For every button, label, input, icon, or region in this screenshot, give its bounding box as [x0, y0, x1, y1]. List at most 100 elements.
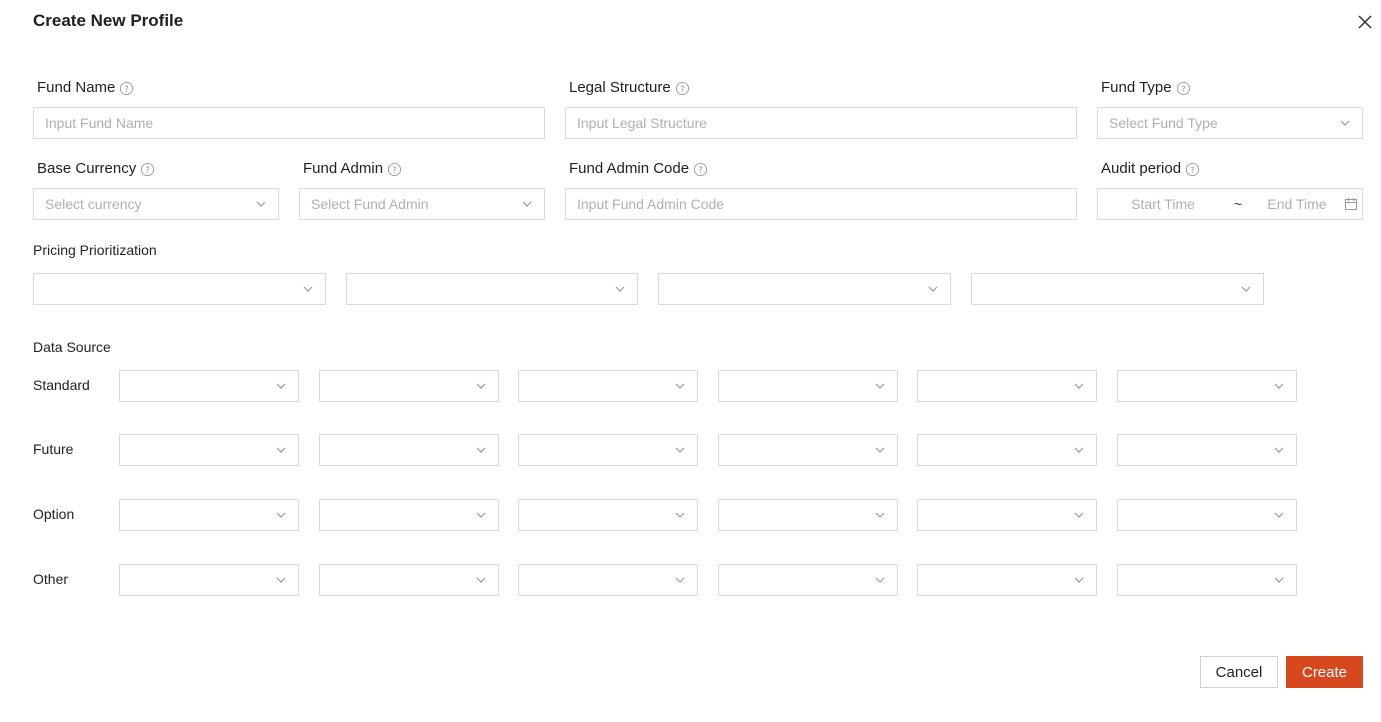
- chevron-down-icon: [1074, 383, 1084, 389]
- data-source-select[interactable]: [1117, 434, 1297, 466]
- close-icon[interactable]: [1354, 11, 1376, 33]
- range-separator: ~: [1233, 196, 1243, 212]
- start-time-input[interactable]: Start Time: [1098, 196, 1228, 212]
- calendar-icon[interactable]: [1344, 197, 1358, 211]
- data-source-select[interactable]: [718, 499, 898, 531]
- data-source-select[interactable]: [518, 499, 698, 531]
- chevron-down-icon: [276, 512, 286, 518]
- data-source-select[interactable]: [518, 434, 698, 466]
- data-source-select[interactable]: [917, 434, 1097, 466]
- help-circle-icon[interactable]: ?: [693, 162, 708, 177]
- data-source-select[interactable]: [718, 434, 898, 466]
- chevron-down-icon: [256, 201, 266, 207]
- chevron-down-icon: [1274, 383, 1284, 389]
- fund-name-input[interactable]: [45, 115, 533, 131]
- chevron-down-icon: [276, 383, 286, 389]
- chevron-down-icon: [1074, 512, 1084, 518]
- cancel-button[interactable]: Cancel: [1200, 656, 1278, 688]
- fund-admin-select[interactable]: Select Fund Admin: [299, 188, 545, 220]
- data-source-select[interactable]: [119, 434, 299, 466]
- fund-admin-code-input[interactable]: [577, 196, 1065, 212]
- help-circle-icon[interactable]: ?: [1185, 162, 1200, 177]
- base-currency-placeholder: Select currency: [45, 196, 142, 212]
- audit-period-range[interactable]: Start Time ~ End Time: [1097, 188, 1363, 220]
- chevron-down-icon: [476, 447, 486, 453]
- base-currency-select[interactable]: Select currency: [33, 188, 279, 220]
- chevron-down-icon: [675, 447, 685, 453]
- data-source-select[interactable]: [319, 434, 499, 466]
- pricing-priority-select-2[interactable]: [346, 273, 638, 305]
- chevron-down-icon: [675, 383, 685, 389]
- pricing-priority-select-3[interactable]: [658, 273, 951, 305]
- help-circle-icon[interactable]: ?: [140, 162, 155, 177]
- fund-type-label: Fund Type ?: [1101, 79, 1191, 97]
- fund-admin-placeholder: Select Fund Admin: [311, 196, 429, 212]
- audit-period-label: Audit period ?: [1101, 160, 1200, 178]
- data-source-select[interactable]: [917, 499, 1097, 531]
- data-source-select[interactable]: [917, 564, 1097, 596]
- chevron-down-icon: [875, 383, 885, 389]
- legal-structure-input[interactable]: [577, 115, 1065, 131]
- data-source-row-label: Option: [33, 506, 75, 522]
- data-source-select[interactable]: [718, 564, 898, 596]
- pricing-priority-select-4[interactable]: [971, 273, 1264, 305]
- data-source-select[interactable]: [518, 564, 698, 596]
- chevron-down-icon: [928, 286, 938, 292]
- pricing-priority-select-1[interactable]: [33, 273, 326, 305]
- fund-admin-code-field[interactable]: [565, 188, 1077, 220]
- chevron-down-icon: [1274, 577, 1284, 583]
- chevron-down-icon: [276, 447, 286, 453]
- help-circle-icon[interactable]: ?: [387, 162, 402, 177]
- legal-structure-field[interactable]: [565, 107, 1077, 139]
- fund-admin-label: Fund Admin ?: [303, 160, 402, 178]
- chevron-down-icon: [1074, 577, 1084, 583]
- base-currency-label: Base Currency ?: [37, 160, 155, 178]
- end-time-input[interactable]: End Time: [1248, 196, 1346, 212]
- chevron-down-icon: [476, 383, 486, 389]
- help-circle-icon[interactable]: ?: [1176, 81, 1191, 96]
- data-source-row-label: Other: [33, 571, 69, 587]
- data-source-select[interactable]: [1117, 370, 1297, 402]
- data-source-row-label: Standard: [33, 377, 90, 393]
- chevron-down-icon: [1274, 512, 1284, 518]
- svg-text:?: ?: [1190, 164, 1194, 174]
- create-button[interactable]: Create: [1286, 656, 1363, 688]
- chevron-down-icon: [675, 577, 685, 583]
- data-source-select[interactable]: [119, 564, 299, 596]
- fund-type-select[interactable]: Select Fund Type: [1097, 107, 1363, 139]
- chevron-down-icon: [675, 512, 685, 518]
- chevron-down-icon: [522, 201, 532, 207]
- chevron-down-icon: [1241, 286, 1251, 292]
- fund-admin-code-label: Fund Admin Code ?: [569, 160, 708, 178]
- chevron-down-icon: [875, 447, 885, 453]
- svg-text:?: ?: [392, 164, 396, 174]
- fund-name-label: Fund Name ?: [37, 79, 134, 97]
- help-circle-icon[interactable]: ?: [119, 81, 134, 96]
- data-source-select[interactable]: [518, 370, 698, 402]
- data-source-select[interactable]: [119, 499, 299, 531]
- help-circle-icon[interactable]: ?: [675, 81, 690, 96]
- chevron-down-icon: [476, 577, 486, 583]
- data-source-row-label: Future: [33, 441, 74, 457]
- data-source-select[interactable]: [1117, 564, 1297, 596]
- data-source-select[interactable]: [718, 370, 898, 402]
- svg-text:?: ?: [698, 164, 702, 174]
- fund-name-field[interactable]: [33, 107, 545, 139]
- chevron-down-icon: [1074, 447, 1084, 453]
- data-source-select[interactable]: [1117, 499, 1297, 531]
- data-source-label: Data Source: [33, 339, 111, 355]
- data-source-select[interactable]: [119, 370, 299, 402]
- svg-text:?: ?: [125, 83, 129, 93]
- chevron-down-icon: [875, 512, 885, 518]
- chevron-down-icon: [276, 577, 286, 583]
- data-source-select[interactable]: [319, 499, 499, 531]
- data-source-select[interactable]: [917, 370, 1097, 402]
- data-source-select[interactable]: [319, 564, 499, 596]
- pricing-prioritization-label: Pricing Prioritization: [33, 242, 157, 258]
- chevron-down-icon: [615, 286, 625, 292]
- data-source-select[interactable]: [319, 370, 499, 402]
- legal-structure-label: Legal Structure ?: [569, 79, 690, 97]
- svg-text:?: ?: [680, 83, 684, 93]
- chevron-down-icon: [303, 286, 313, 292]
- svg-text:?: ?: [1181, 83, 1185, 93]
